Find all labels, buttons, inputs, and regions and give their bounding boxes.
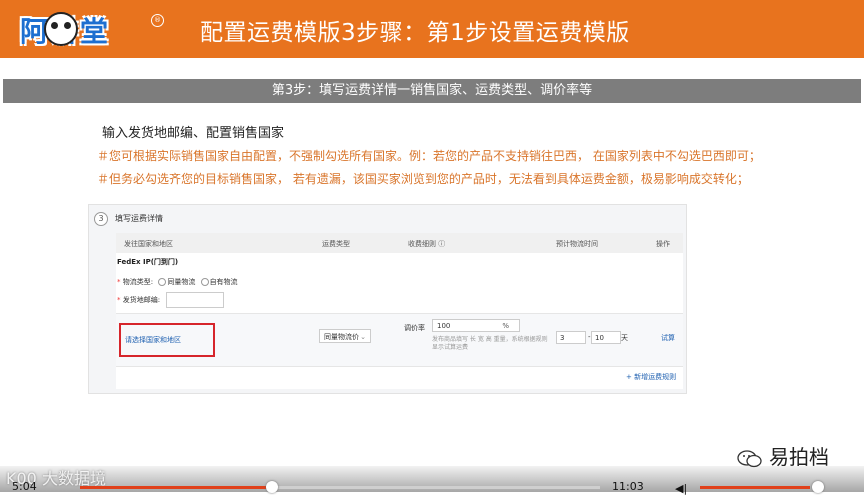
logistics-type-row: * 物流类型: 同量物流 自有物流	[117, 277, 238, 287]
volume-slider[interactable]	[700, 486, 810, 489]
freight-panel: 发往国家和地区 运费类型 收费细则 ⓘ 预计物流时间 操作 FedEx IP(门…	[116, 233, 683, 389]
radio-icon[interactable]	[158, 278, 167, 286]
section-number-badge: 3	[94, 212, 108, 226]
progress-handle[interactable]	[266, 481, 278, 493]
table-row: 请选择国家和地区 同量物流价 ⌄ 调价率 100 % 发布商品填写 长 宽 高 …	[116, 313, 683, 367]
zip-label: 发货地邮编:	[122, 296, 161, 304]
intro-text: 输入发货地邮编、配置销售国家	[102, 126, 285, 141]
logistics-option-2[interactable]: 自有物流	[210, 278, 238, 286]
embedded-screenshot: 3 填写运费详情 发往国家和地区 运费类型 收费细则 ⓘ 预计物流时间 操作 F…	[88, 204, 687, 394]
logo: 阿讲堂 ®	[10, 6, 164, 52]
calculate-link[interactable]: 试算	[661, 333, 675, 343]
progress-played[interactable]	[80, 486, 272, 489]
zip-input[interactable]	[166, 292, 224, 308]
freight-type-select[interactable]: 同量物流价 ⌄	[319, 329, 371, 343]
rate-unit: %	[502, 322, 509, 330]
note-line-1: ＃您可根据实际销售国家自由配置，不强制勾选所有国家。例：若您的产品不支持销往巴西…	[97, 149, 761, 163]
cow-mascot-icon	[44, 12, 78, 46]
header-action: 操作	[656, 240, 670, 248]
table-header: 发往国家和地区 运费类型 收费细则 ⓘ 预计物流时间 操作	[116, 233, 683, 253]
header-delivery-time: 预计物流时间	[556, 240, 598, 248]
chevron-down-icon: ⌄	[360, 333, 366, 341]
rate-value: 100	[437, 322, 451, 330]
zip-row: * 发货地邮编:	[117, 295, 160, 305]
days-to-input[interactable]: 10	[591, 331, 621, 344]
header-freight-type: 运费类型	[322, 240, 350, 248]
header-destination: 发往国家和地区	[124, 240, 173, 248]
carrier-name: FedEx IP(门到门)	[117, 258, 179, 266]
wechat-icon	[737, 449, 762, 467]
radio-icon[interactable]	[200, 278, 209, 286]
logistics-type-label: 物流类型:	[122, 278, 154, 286]
section-title: 填写运费详情	[115, 214, 163, 223]
total-time: 11:03	[612, 480, 644, 493]
header-banner: 阿讲堂 ® 配置运费模版3步骤：第1步设置运费模版	[0, 0, 864, 58]
rate-hint: 发布商品填写 长 宽 高 重量，系统根据规则显示试算运费	[432, 336, 548, 351]
progress-remaining[interactable]	[272, 486, 600, 489]
current-time: 5:04	[12, 480, 37, 493]
header-fee-rules: 收费细则 ⓘ	[408, 240, 446, 248]
days-unit: 天	[621, 334, 628, 342]
add-freight-rule-link[interactable]: + 新增运费规则	[626, 372, 676, 382]
registered-icon: ®	[151, 14, 164, 27]
slide-title: 配置运费模版3步骤：第1步设置运费模版	[200, 20, 630, 46]
volume-icon[interactable]: ◀|	[675, 482, 687, 495]
note-line-2: ＃但务必勾选齐您的目标销售国家， 若有遗漏，该国买家浏览到您的产品时，无法看到具…	[97, 172, 749, 186]
freight-type-value: 同量物流价	[324, 333, 359, 341]
highlight-box	[119, 323, 215, 357]
rate-input[interactable]: 100 %	[432, 319, 520, 332]
volume-handle[interactable]	[812, 481, 824, 493]
rate-label: 调价率	[404, 324, 425, 332]
days-from-input[interactable]: 3	[556, 331, 586, 344]
step-bar: 第3步：填写运费详情一销售国家、运费类型、调价率等	[3, 79, 861, 103]
logistics-option-1[interactable]: 同量物流	[167, 278, 195, 286]
